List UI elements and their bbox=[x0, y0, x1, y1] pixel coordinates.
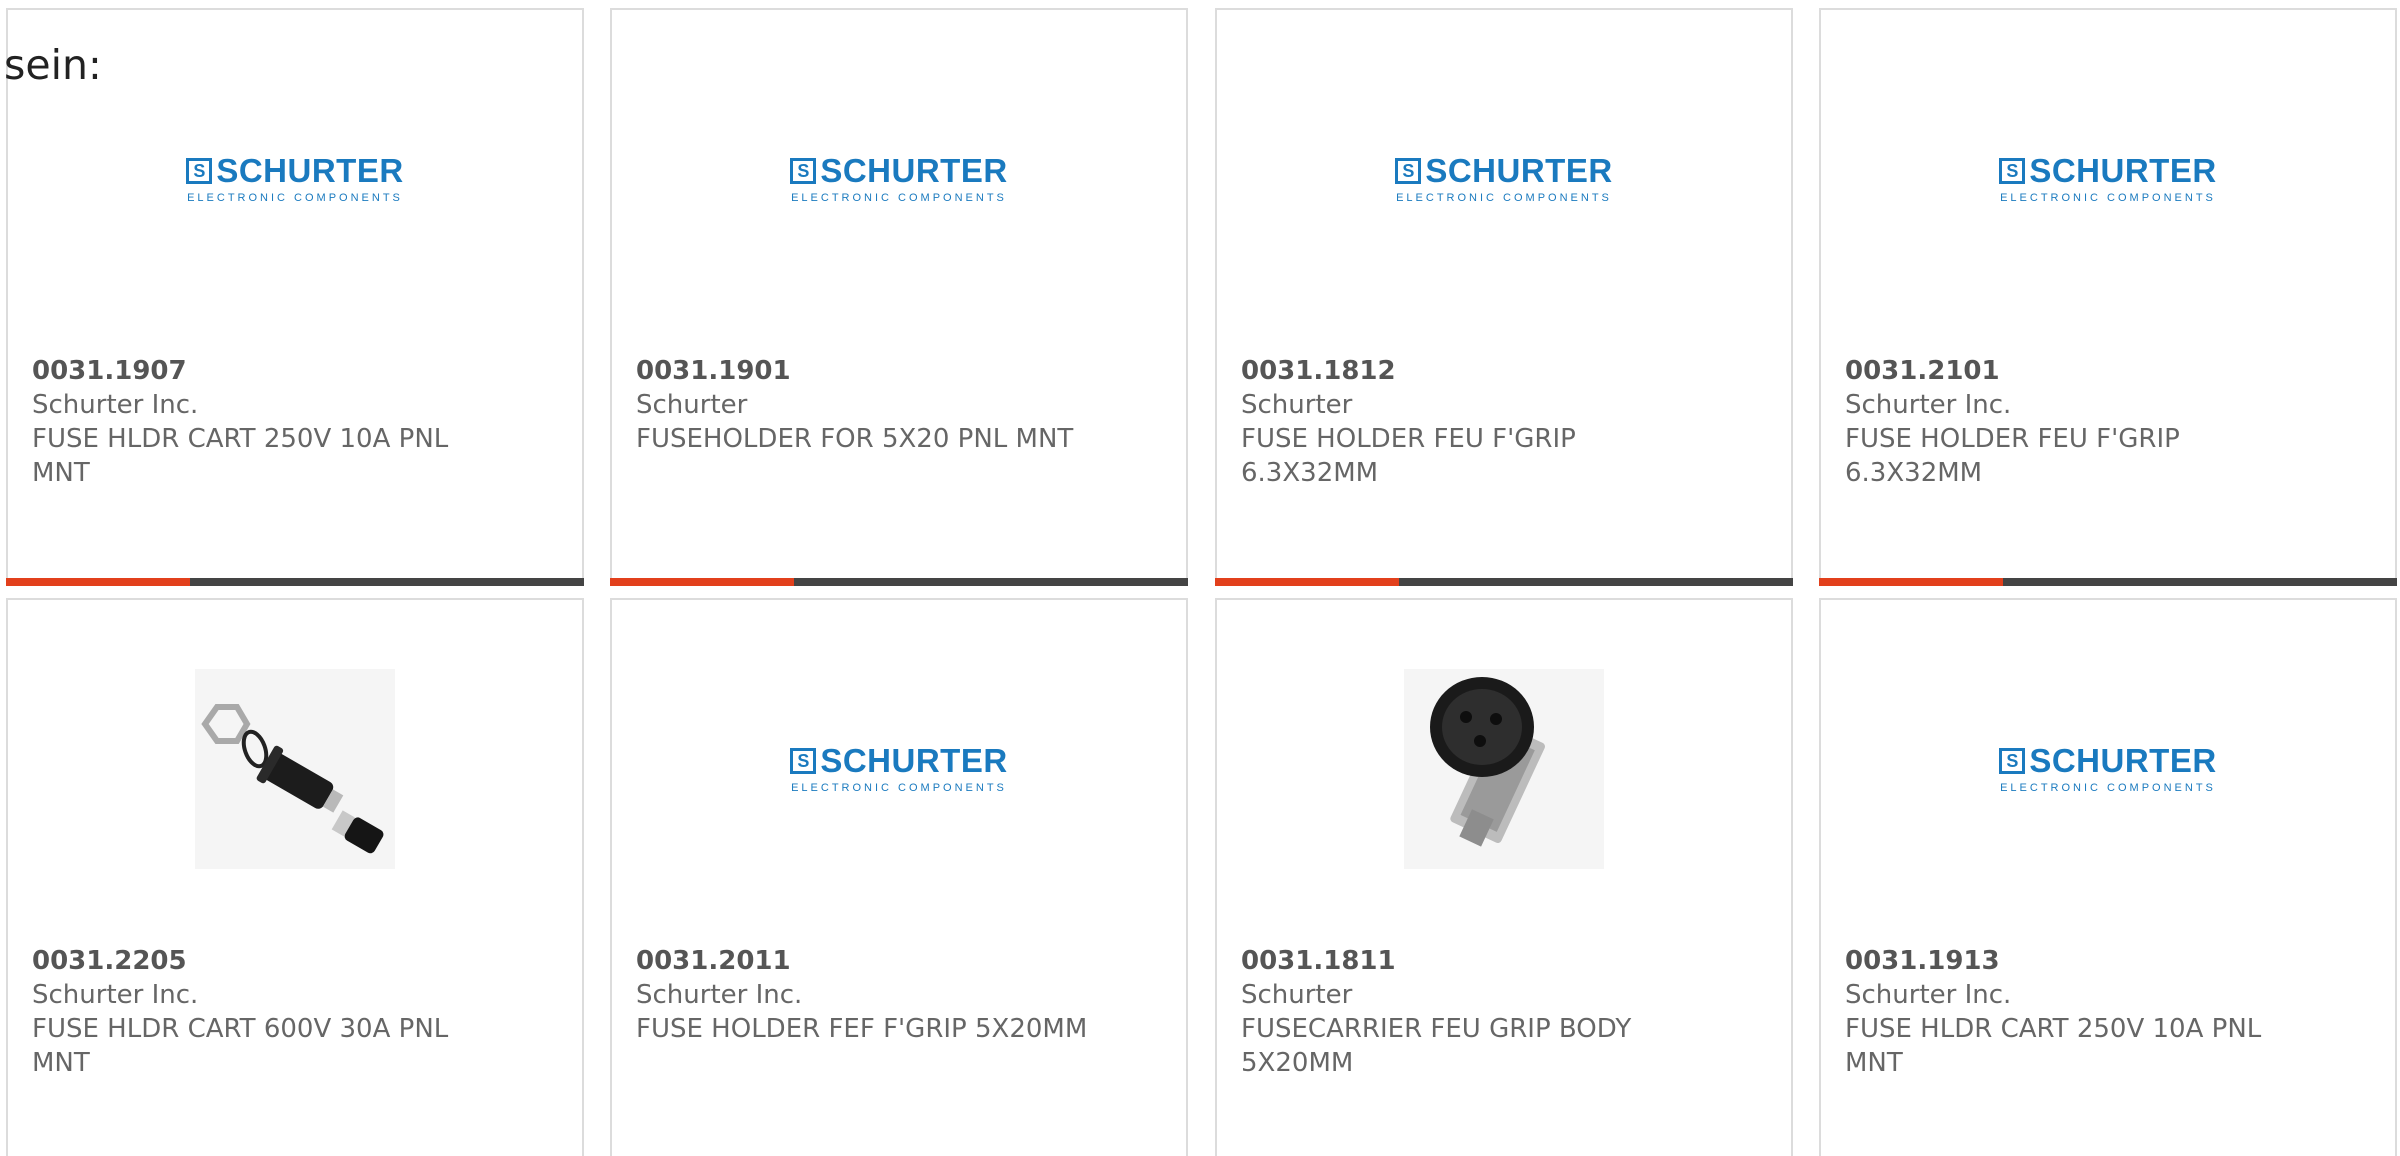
product-card[interactable]: S SCHURTER ELECTRONIC COMPONENTS 0031.18… bbox=[1215, 8, 1793, 586]
part-number-link[interactable]: 0031.1913 bbox=[1845, 944, 2315, 978]
manufacturer-name: Schurter bbox=[1241, 390, 1353, 420]
brand-name: SCHURTER bbox=[820, 742, 1008, 779]
card-bottom-bar bbox=[1215, 578, 1793, 586]
brand-mark: S bbox=[1395, 157, 1422, 184]
manufacturer-name: Schurter Inc. bbox=[636, 980, 803, 1010]
product-image[interactable]: S SCHURTER ELECTRONIC COMPONENTS bbox=[1217, 74, 1791, 284]
brand-tagline: ELECTRONIC COMPONENTS bbox=[187, 192, 403, 204]
brand-name: SCHURTER bbox=[1425, 152, 1613, 189]
product-image[interactable]: S SCHURTER ELECTRONIC COMPONENTS bbox=[612, 664, 1186, 874]
product-card[interactable]: 0031.2205 Schurter Inc. FUSE HLDR CART 6… bbox=[6, 598, 584, 1156]
fuse-carrier-photo bbox=[1404, 669, 1604, 869]
brand-tagline: ELECTRONIC COMPONENTS bbox=[2000, 192, 2216, 204]
product-image[interactable]: S SCHURTER ELECTRONIC COMPONENTS bbox=[612, 74, 1186, 284]
manufacturer-name: Schurter Inc. bbox=[32, 980, 199, 1010]
brand-mark: S bbox=[790, 157, 817, 184]
brand-name: SCHURTER bbox=[216, 152, 404, 189]
product-grid-page: sein: S SCHURTER ELECTRONIC COMPONENTS 0… bbox=[0, 0, 2400, 1156]
manufacturer-name: Schurter bbox=[636, 390, 748, 420]
brand-name: SCHURTER bbox=[820, 152, 1008, 189]
part-number-link[interactable]: 0031.1901 bbox=[636, 354, 1106, 388]
brand-tagline: ELECTRONIC COMPONENTS bbox=[791, 192, 1007, 204]
brand-tagline: ELECTRONIC COMPONENTS bbox=[791, 782, 1007, 794]
schurter-logo: S SCHURTER ELECTRONIC COMPONENTS bbox=[790, 154, 1007, 204]
product-image[interactable]: S SCHURTER ELECTRONIC COMPONENTS bbox=[8, 74, 582, 284]
brand-tagline: ELECTRONIC COMPONENTS bbox=[2000, 782, 2216, 794]
card-bottom-bar bbox=[610, 578, 1188, 586]
product-image[interactable]: S SCHURTER ELECTRONIC COMPONENTS bbox=[1821, 74, 2395, 284]
manufacturer-name: Schurter bbox=[1241, 980, 1353, 1010]
card-bottom-bar bbox=[6, 578, 584, 586]
product-card[interactable]: S SCHURTER ELECTRONIC COMPONENTS 0031.21… bbox=[1819, 8, 2397, 586]
accent-bar bbox=[610, 578, 794, 586]
brand-mark: S bbox=[1999, 157, 2026, 184]
accent-bar bbox=[1819, 578, 2003, 586]
product-card[interactable]: S SCHURTER ELECTRONIC COMPONENTS 0031.20… bbox=[610, 598, 1188, 1156]
product-card[interactable]: S SCHURTER ELECTRONIC COMPONENTS 0031.19… bbox=[1819, 598, 2397, 1156]
product-description: FUSECARRIER FEU GRIP BODY 5X20MM bbox=[1241, 1014, 1632, 1078]
part-number-link[interactable]: 0031.2101 bbox=[1845, 354, 2315, 388]
product-image[interactable] bbox=[1217, 664, 1791, 874]
schurter-logo: S SCHURTER ELECTRONIC COMPONENTS bbox=[1999, 154, 2216, 204]
manufacturer-name: Schurter Inc. bbox=[1845, 980, 2012, 1010]
accent-bar bbox=[1215, 578, 1399, 586]
manufacturer-name: Schurter Inc. bbox=[1845, 390, 2012, 420]
manufacturer-name: Schurter Inc. bbox=[32, 390, 199, 420]
product-description: FUSE HLDR CART 250V 10A PNL MNT bbox=[32, 424, 449, 488]
brand-mark: S bbox=[790, 747, 817, 774]
accent-bar bbox=[6, 578, 190, 586]
product-description: FUSEHOLDER FOR 5X20 PNL MNT bbox=[636, 424, 1074, 454]
card-bottom-bar bbox=[1819, 578, 2397, 586]
product-image[interactable]: S SCHURTER ELECTRONIC COMPONENTS bbox=[1821, 664, 2395, 874]
schurter-logo: S SCHURTER ELECTRONIC COMPONENTS bbox=[186, 154, 403, 204]
part-number-link[interactable]: 0031.2205 bbox=[32, 944, 502, 978]
brand-tagline: ELECTRONIC COMPONENTS bbox=[1396, 192, 1612, 204]
product-description: FUSE HOLDER FEU F'GRIP 6.3X32MM bbox=[1241, 424, 1576, 488]
brand-name: SCHURTER bbox=[2029, 742, 2217, 779]
part-number-link[interactable]: 0031.1812 bbox=[1241, 354, 1711, 388]
schurter-logo: S SCHURTER ELECTRONIC COMPONENTS bbox=[1395, 154, 1612, 204]
brand-name: SCHURTER bbox=[2029, 152, 2217, 189]
product-card[interactable]: S SCHURTER ELECTRONIC COMPONENTS 0031.19… bbox=[6, 8, 584, 586]
brand-mark: S bbox=[1999, 747, 2026, 774]
product-card[interactable]: 0031.1811 Schurter FUSECARRIER FEU GRIP … bbox=[1215, 598, 1793, 1156]
fuse-holder-kit-photo bbox=[195, 669, 395, 869]
part-number-link[interactable]: 0031.1811 bbox=[1241, 944, 1711, 978]
heading-text: sein: bbox=[4, 41, 102, 89]
schurter-logo: S SCHURTER ELECTRONIC COMPONENTS bbox=[1999, 744, 2216, 794]
brand-mark: S bbox=[186, 157, 213, 184]
schurter-logo: S SCHURTER ELECTRONIC COMPONENTS bbox=[790, 744, 1007, 794]
product-card[interactable]: S SCHURTER ELECTRONIC COMPONENTS 0031.19… bbox=[610, 8, 1188, 586]
part-number-link[interactable]: 0031.1907 bbox=[32, 354, 502, 388]
product-description: FUSE HLDR CART 250V 10A PNL MNT bbox=[1845, 1014, 2262, 1078]
product-description: FUSE HOLDER FEF F'GRIP 5X20MM bbox=[636, 1014, 1088, 1044]
part-number-link[interactable]: 0031.2011 bbox=[636, 944, 1106, 978]
product-image[interactable] bbox=[8, 664, 582, 874]
product-description: FUSE HOLDER FEU F'GRIP 6.3X32MM bbox=[1845, 424, 2180, 488]
product-description: FUSE HLDR CART 600V 30A PNL MNT bbox=[32, 1014, 449, 1078]
